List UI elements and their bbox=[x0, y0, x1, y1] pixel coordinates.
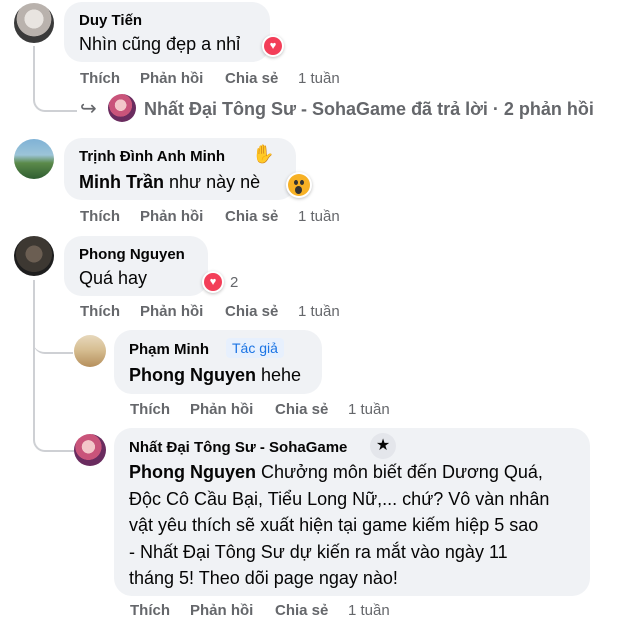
share-button[interactable]: Chia sẻ bbox=[225, 70, 278, 87]
comment-bubble: Duy Tiến Nhìn cũng đẹp a nhỉ bbox=[64, 2, 270, 62]
timestamp[interactable]: 1 tuần bbox=[298, 70, 340, 87]
like-button[interactable]: Thích bbox=[80, 303, 120, 320]
view-replies-link[interactable]: Nhất Đại Tông Sư - SohaGame đã trả lời ·… bbox=[144, 99, 594, 120]
share-button[interactable]: Chia sẻ bbox=[275, 401, 328, 418]
thread-connector-2 bbox=[33, 280, 73, 354]
comment-bubble: Trịnh Đình Anh Minh ✋ Minh Trần như này … bbox=[64, 138, 296, 200]
like-button[interactable]: Thích bbox=[80, 70, 120, 87]
like-button[interactable]: Thích bbox=[130, 401, 170, 418]
thread-connector-3 bbox=[33, 350, 75, 452]
share-button[interactable]: Chia sẻ bbox=[275, 602, 328, 619]
reply-button[interactable]: Phản hồi bbox=[190, 401, 253, 418]
avatar[interactable] bbox=[74, 335, 106, 367]
mention[interactable]: Phong Nguyen bbox=[129, 365, 256, 385]
avatar[interactable] bbox=[14, 3, 54, 43]
commenter-name[interactable]: Trịnh Đình Anh Minh bbox=[79, 148, 225, 165]
heart-reaction-icon[interactable]: ♥ bbox=[202, 271, 224, 293]
comment-bubble: Phong Nguyen Quá hay bbox=[64, 236, 208, 296]
reply-button[interactable]: Phản hồi bbox=[140, 208, 203, 225]
like-button[interactable]: Thích bbox=[130, 602, 170, 619]
avatar[interactable] bbox=[14, 236, 54, 276]
share-button[interactable]: Chia sẻ bbox=[225, 303, 278, 320]
waving-hand-icon: ✋ bbox=[252, 144, 275, 164]
reply-button[interactable]: Phản hồi bbox=[140, 70, 203, 87]
reaction-count[interactable]: 2 bbox=[230, 274, 238, 291]
avatar[interactable] bbox=[14, 139, 54, 179]
reply-arrow-icon: ↪ bbox=[80, 98, 97, 120]
wow-reaction-icon[interactable] bbox=[286, 172, 312, 198]
share-button[interactable]: Chia sẻ bbox=[225, 208, 278, 225]
commenter-name[interactable]: Phạm Minh bbox=[129, 341, 209, 358]
comment-text: Quá hay bbox=[79, 268, 148, 288]
heart-reaction-icon[interactable]: ♥ bbox=[262, 35, 284, 57]
comment-text: Phong Nguyen Chưởng môn biết đến Dương Q… bbox=[129, 462, 550, 588]
mention[interactable]: Phong Nguyen bbox=[129, 462, 256, 482]
comment-text: Nhìn cũng đẹp a nhỉ bbox=[79, 34, 241, 54]
commenter-name[interactable]: Phong Nguyen bbox=[79, 246, 185, 263]
timestamp[interactable]: 1 tuần bbox=[348, 602, 390, 619]
mention[interactable]: Minh Trần bbox=[79, 172, 164, 192]
comment-text: Phong Nguyen hehe bbox=[129, 365, 302, 385]
timestamp[interactable]: 1 tuần bbox=[298, 208, 340, 225]
reply-button[interactable]: Phản hồi bbox=[190, 602, 253, 619]
timestamp[interactable]: 1 tuần bbox=[298, 303, 340, 320]
timestamp[interactable]: 1 tuần bbox=[348, 401, 390, 418]
avatar[interactable] bbox=[74, 434, 106, 466]
reply-button[interactable]: Phản hồi bbox=[140, 303, 203, 320]
avatar bbox=[108, 94, 136, 122]
author-badge: Tác giả bbox=[226, 338, 284, 358]
like-button[interactable]: Thích bbox=[80, 208, 120, 225]
reply-bubble: Phạm Minh Tác giả Phong Nguyen hehe bbox=[114, 330, 322, 394]
commenter-name[interactable]: Duy Tiến bbox=[79, 12, 142, 29]
commenter-name[interactable]: Nhất Đại Tông Sư - SohaGame bbox=[129, 439, 347, 456]
reply-bubble: Nhất Đại Tông Sư - SohaGame ★ Phong Nguy… bbox=[114, 428, 590, 596]
comment-text: Minh Trần như này nè bbox=[79, 172, 261, 192]
star-icon: ★ bbox=[370, 433, 396, 459]
